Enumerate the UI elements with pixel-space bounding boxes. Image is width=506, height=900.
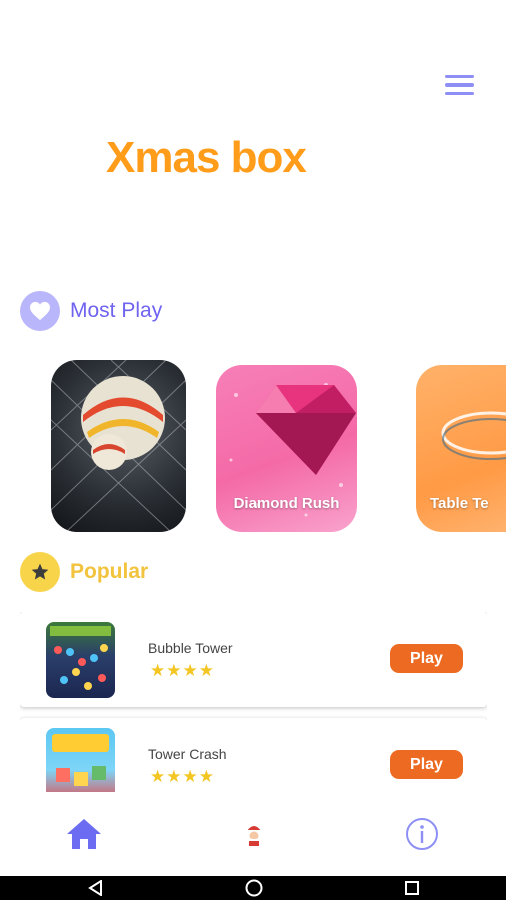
play-button[interactable]: Play bbox=[390, 750, 463, 779]
rating-stars: ★★★★ bbox=[150, 661, 215, 680]
home-circle-icon[interactable] bbox=[244, 879, 264, 897]
back-icon[interactable] bbox=[86, 879, 106, 897]
system-nav-bar bbox=[0, 876, 506, 900]
popular-header: Popular bbox=[20, 552, 148, 592]
star-icon bbox=[20, 552, 60, 592]
list-item[interactable]: Tower Crash ★★★★ Play bbox=[20, 718, 487, 792]
play-button[interactable]: Play bbox=[390, 644, 463, 673]
heart-icon bbox=[20, 291, 60, 331]
santa-icon[interactable] bbox=[238, 814, 270, 854]
game-thumbnail bbox=[46, 622, 115, 698]
game-name: Tower Crash bbox=[148, 746, 227, 762]
list-item[interactable]: Bubble Tower ★★★★ Play bbox=[20, 612, 487, 707]
game-thumbnail bbox=[46, 728, 115, 792]
game-card-soccer[interactable] bbox=[51, 360, 186, 532]
info-icon[interactable] bbox=[402, 814, 442, 854]
card-title: Diamond Rush bbox=[233, 495, 340, 512]
most-play-label: Most Play bbox=[70, 299, 163, 322]
home-icon[interactable] bbox=[64, 814, 104, 854]
card-title: Table Te bbox=[430, 495, 489, 512]
game-name: Bubble Tower bbox=[148, 640, 233, 656]
most-play-header: Most Play bbox=[20, 291, 162, 331]
bottom-nav bbox=[0, 793, 506, 876]
recents-icon[interactable] bbox=[402, 879, 422, 897]
app-title: Xmas box bbox=[106, 133, 307, 182]
game-card-diamond-rush[interactable]: Diamond Rush bbox=[216, 365, 357, 532]
game-card-table-tennis[interactable]: Table Te bbox=[416, 365, 506, 532]
rating-stars: ★★★★ bbox=[150, 767, 215, 786]
popular-label: Popular bbox=[70, 560, 149, 583]
popular-game-list[interactable]: Bubble Tower ★★★★ Play Tower Crash ★★★★ … bbox=[20, 612, 487, 792]
most-play-carousel[interactable]: Diamond Rush Table Te bbox=[0, 360, 506, 535]
hamburger-menu-icon[interactable] bbox=[441, 70, 477, 100]
